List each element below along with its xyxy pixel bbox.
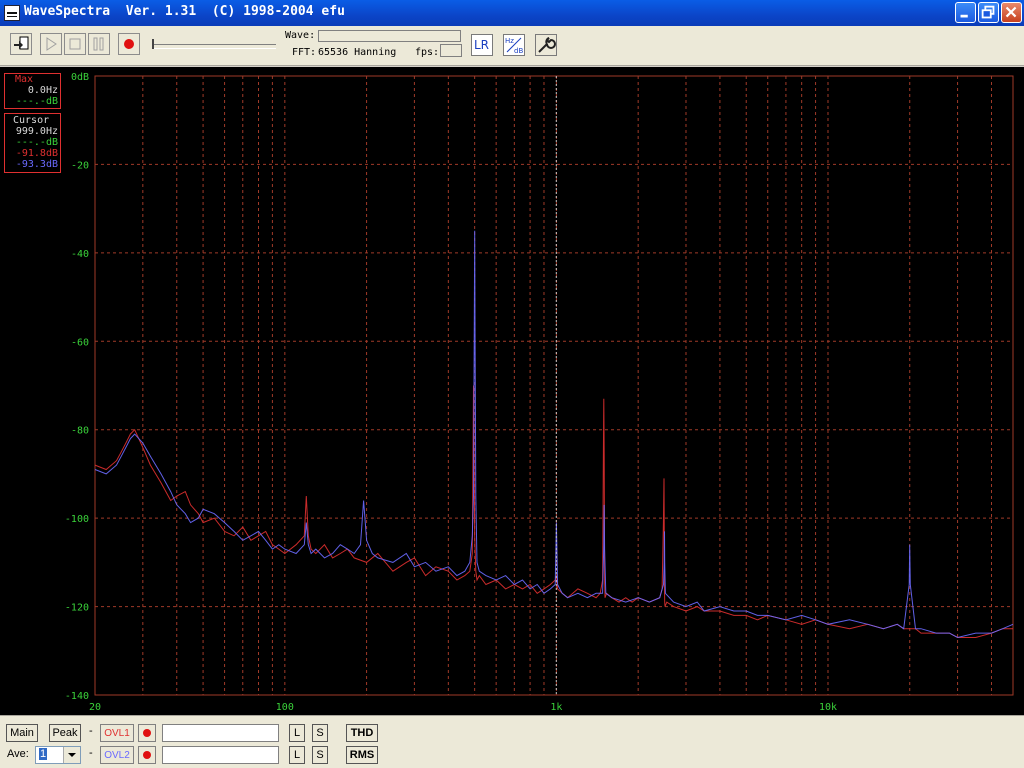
left-info-field[interactable] (162, 724, 279, 742)
x-tick-label: 1k (550, 702, 562, 713)
y-tick-label: -100 (65, 514, 89, 525)
cursor-title: Cursor (13, 115, 50, 126)
y-tick-label: -60 (71, 337, 89, 348)
rms-button[interactable]: RMS (346, 746, 378, 764)
chevron-down-icon[interactable] (63, 747, 80, 763)
ovl2-indicator: OVL2 (100, 746, 134, 764)
fft-label: FFT: (292, 47, 317, 58)
fps-field (440, 44, 462, 57)
hz-db-scale-button[interactable]: Hz dB (503, 34, 525, 56)
spectrum-view[interactable]: 0dB -20 -40 -60 -80 -100 -120 -140 20 100 1k 10k Ma… (0, 67, 1024, 715)
svg-text:LR: LR (474, 38, 489, 52)
y-tick-label: -120 (65, 603, 89, 614)
max-title: Max (15, 74, 34, 85)
spectrum-trace-left (94, 385, 1013, 638)
x-tick-label: 10k (819, 702, 837, 713)
plot-frame (94, 75, 1014, 696)
stop-icon (69, 38, 81, 50)
close-icon (1005, 6, 1017, 18)
main-button[interactable]: Main (6, 724, 38, 742)
pause-button[interactable] (88, 33, 110, 55)
dash-separator-2: - (89, 747, 93, 759)
cursor-readout: Cursor 999.0Hz ---.-dB -91.8dB -93.3dB (4, 113, 61, 173)
lr-channel-icon: LR (474, 38, 489, 52)
y-tick-label: -40 (71, 249, 89, 260)
spectrum-chart[interactable]: 0dB -20 -40 -60 -80 -100 -120 -14020 100 1k 10k (0, 67, 1024, 715)
bottom-panel: Main Peak - OVL1 L S THD Ave: 1 - OVL2 L… (0, 715, 1024, 768)
thd-button[interactable]: THD (346, 724, 378, 742)
cursor-level-left: -91.8dB (15, 148, 58, 159)
pause-icon (93, 37, 104, 51)
max-level: ---.-dB (15, 96, 58, 107)
close-button[interactable] (1001, 2, 1022, 23)
average-select[interactable]: 1 (35, 746, 81, 764)
y-tick-label: -140 (65, 691, 89, 702)
settings-button[interactable] (535, 34, 557, 56)
lr-channel-button[interactable]: LR (471, 34, 493, 56)
position-slider-thumb[interactable] (152, 39, 154, 49)
play-icon (46, 37, 57, 51)
record-icon (124, 39, 134, 49)
dash-separator: - (89, 725, 93, 737)
cursor-level-green: ---.-dB (15, 137, 58, 148)
play-button[interactable] (40, 33, 62, 55)
app-icon[interactable] (4, 5, 20, 21)
restore-icon (981, 5, 995, 19)
title-bar[interactable]: WaveSpectra Ver. 1.31 (C) 1998-2004 efu (0, 0, 1024, 26)
open-file-icon (14, 36, 29, 50)
y-tick-label: 0dB (71, 72, 89, 83)
hz-db-scale-icon: HzdB (505, 37, 523, 55)
position-slider[interactable] (152, 44, 276, 49)
window-title: WaveSpectra Ver. 1.31 (C) 1998-2004 efu (24, 4, 345, 19)
average-value: 1 (39, 748, 48, 760)
record-button[interactable] (118, 33, 140, 55)
right-save-button[interactable]: S (312, 746, 328, 764)
average-label: Ave: (7, 748, 29, 760)
record-right-button[interactable] (138, 746, 156, 764)
y-tick-label: -20 (71, 160, 89, 171)
wrench-icon (538, 37, 556, 53)
maximize-button[interactable] (978, 2, 999, 23)
record-left-button[interactable] (138, 724, 156, 742)
svg-text:dB: dB (514, 47, 523, 55)
peak-button[interactable]: Peak (49, 724, 81, 742)
fft-value[interactable]: 65536 Hanning (318, 47, 396, 58)
x-tick-label: 100 (276, 702, 294, 713)
wave-field (318, 30, 461, 42)
max-freq: 0.0Hz (27, 85, 58, 96)
minimize-button[interactable] (955, 2, 976, 23)
right-load-button[interactable]: L (289, 746, 305, 764)
stop-button[interactable] (64, 33, 86, 55)
left-load-button[interactable]: L (289, 724, 305, 742)
spectrum-trace-right (94, 230, 1014, 639)
open-file-button[interactable] (10, 33, 32, 55)
ovl1-indicator: OVL1 (100, 724, 134, 742)
max-readout: Max 0.0Hz ---.-dB (4, 73, 61, 109)
cursor-freq: 999.0Hz (15, 126, 58, 137)
fps-label: fps: (415, 47, 440, 58)
minimize-icon (960, 14, 968, 18)
x-tick-label: 20 (89, 702, 101, 713)
y-tick-label: -80 (71, 426, 89, 437)
right-info-field[interactable] (162, 746, 279, 764)
left-save-button[interactable]: S (312, 724, 328, 742)
wave-label: Wave: (285, 30, 316, 41)
cursor-level-right: -93.3dB (15, 159, 58, 170)
svg-text:Hz: Hz (505, 37, 514, 45)
toolbar: Wave: FFT: 65536 Hanning fps: LR Hz dB (0, 26, 1024, 66)
